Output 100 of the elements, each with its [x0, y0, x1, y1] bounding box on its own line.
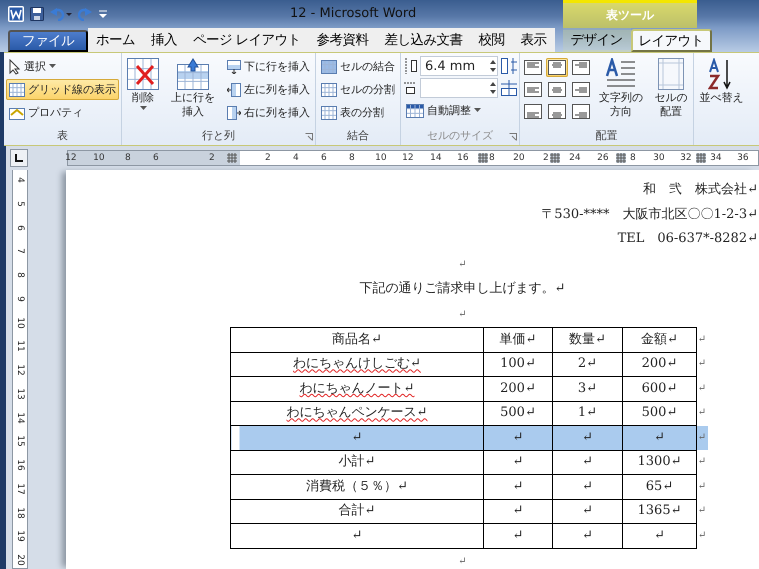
ribbon-tab[interactable]: レイアウト	[630, 29, 712, 52]
column-marker-icon	[616, 153, 626, 163]
spinner-icon	[489, 81, 497, 95]
text-direction-button[interactable]: 文字列の方向	[595, 56, 648, 126]
ribbon-tab[interactable]: ホーム	[88, 28, 143, 52]
tab-stop-selector[interactable]	[10, 149, 28, 167]
ribbon-tab[interactable]: ファイル	[8, 30, 88, 52]
align-button[interactable]	[522, 102, 544, 121]
insert-right-button[interactable]: 右に列を挿入	[224, 102, 313, 123]
gridlines-toggle[interactable]: グリッド線の表示	[6, 79, 119, 100]
autofit-button[interactable]: 自動調整	[403, 100, 517, 121]
align-button[interactable]	[546, 102, 568, 121]
text-align-icon	[524, 60, 542, 75]
properties-button[interactable]: プロパティ	[6, 102, 119, 123]
text-align-icon	[548, 82, 566, 97]
height-field[interactable]: 6.4 mm	[420, 56, 498, 76]
ribbon-tab[interactable]: 挿入	[143, 28, 185, 52]
ribbon-tab[interactable]: 表示	[512, 28, 555, 52]
paragraph-mark: ↵	[458, 308, 467, 320]
delete-button[interactable]: 削除	[124, 56, 162, 126]
width-field[interactable]	[420, 78, 498, 98]
ribbon-tab[interactable]: 差し込み文書	[376, 28, 471, 52]
word-logo-icon	[8, 6, 24, 22]
sort-button[interactable]: 並べ替え	[696, 56, 746, 107]
window-title: 12 - Microsoft Word	[290, 6, 416, 21]
align-button[interactable]	[570, 80, 592, 99]
merge-cells-button[interactable]: セルの結合	[318, 56, 398, 77]
ruler-number: 12	[65, 152, 77, 165]
text-align-icon	[572, 82, 590, 97]
table-cell: ↵	[484, 474, 552, 499]
row-end-mark: ↵	[696, 328, 708, 352]
group-label: 表	[56, 128, 69, 144]
table-cell: 商品名↵	[230, 328, 484, 352]
split-cells-button[interactable]: セルの分割	[318, 79, 398, 100]
letterhead-line: 和 弐 株式会社↵	[643, 182, 758, 197]
row-end-mark: ↵	[696, 524, 708, 548]
ruler-number: 16	[15, 458, 25, 472]
spinner-icon	[489, 59, 497, 73]
table-cell: ↵	[552, 524, 622, 548]
table-cell: 200↵	[622, 352, 696, 376]
table-cell: 200↵	[484, 376, 552, 401]
column-marker-icon	[226, 153, 237, 163]
table-cell: ↵	[552, 499, 622, 524]
ribbon-tab[interactable]: ページ レイアウト	[185, 28, 309, 52]
ruler-number: 10	[375, 152, 387, 165]
autofit-icon	[406, 104, 424, 118]
ruler-number: 20	[513, 152, 525, 165]
table-cell: ↵	[552, 450, 622, 474]
ruler-number: 12	[402, 152, 414, 165]
table-cell: わにちゃんけしごむ↵	[230, 352, 484, 376]
customize-menu-icon	[98, 8, 108, 20]
ruler-number: 36	[737, 152, 749, 165]
letterhead-line: TEL 06-637*-8282↵	[618, 231, 758, 246]
distribute-columns-icon	[501, 80, 517, 96]
align-button[interactable]	[546, 80, 568, 99]
table-cell: 1365↵	[622, 499, 696, 524]
ruler-number: 4	[293, 152, 299, 165]
ribbon-tab[interactable]: 校閲	[470, 28, 513, 52]
ruler-number: 24	[569, 152, 581, 165]
distribute-rows-icon	[501, 58, 517, 74]
select-button[interactable]: 選択	[6, 56, 119, 77]
insert-left-button[interactable]: 左に列を挿入	[224, 79, 313, 100]
ribbon-tab[interactable]: デザイン	[562, 28, 631, 52]
ruler-number: 15	[15, 434, 25, 448]
split-table-button[interactable]: 表の分割	[318, 102, 398, 123]
dropdown-icon	[474, 108, 481, 113]
ruler-number: 6	[321, 152, 327, 165]
table-icon	[9, 82, 25, 96]
tab-stop-icon	[14, 154, 23, 162]
ruler-number: 2	[209, 152, 215, 165]
save-icon	[30, 7, 44, 21]
undo-icon	[50, 7, 72, 21]
insert-above-button[interactable]: 上に行を挿入	[165, 56, 221, 126]
align-button[interactable]	[570, 102, 592, 121]
row-end-mark: ↵	[696, 401, 708, 426]
message-text: 下記の通りご請求申し上げます。↵	[360, 281, 566, 296]
ruler-number: 6	[153, 152, 159, 165]
insert-below-button[interactable]: 下に行を挿入	[224, 56, 313, 77]
table-cell: 1300↵	[622, 450, 696, 474]
text-align-icon	[524, 82, 542, 97]
dialog-launcher-icon	[509, 133, 517, 141]
align-button[interactable]	[546, 58, 568, 77]
align-button[interactable]	[522, 80, 544, 99]
ruler-number: 5	[15, 200, 25, 209]
table-cell: 合計↵	[230, 499, 484, 524]
ribbon-tab[interactable]: 参考資料	[308, 28, 377, 52]
cell-margins-button[interactable]: セルの配置	[650, 56, 692, 126]
ruler-number: 14	[430, 152, 442, 165]
dropdown-icon	[140, 106, 146, 111]
row-end-mark: ↵	[696, 499, 708, 524]
align-button[interactable]	[570, 58, 592, 77]
ruler-number: 14	[15, 410, 25, 424]
ruler-number: 18	[15, 506, 25, 520]
ruler-number: 2	[265, 152, 271, 165]
table-cell: ↵	[552, 474, 622, 499]
ruler-number: 2	[543, 152, 549, 165]
group-label: 配置	[596, 128, 618, 142]
dialog-launcher-icon	[305, 133, 313, 141]
table-cell: 消費税（５％）↵	[230, 474, 484, 499]
align-button[interactable]	[522, 58, 544, 77]
